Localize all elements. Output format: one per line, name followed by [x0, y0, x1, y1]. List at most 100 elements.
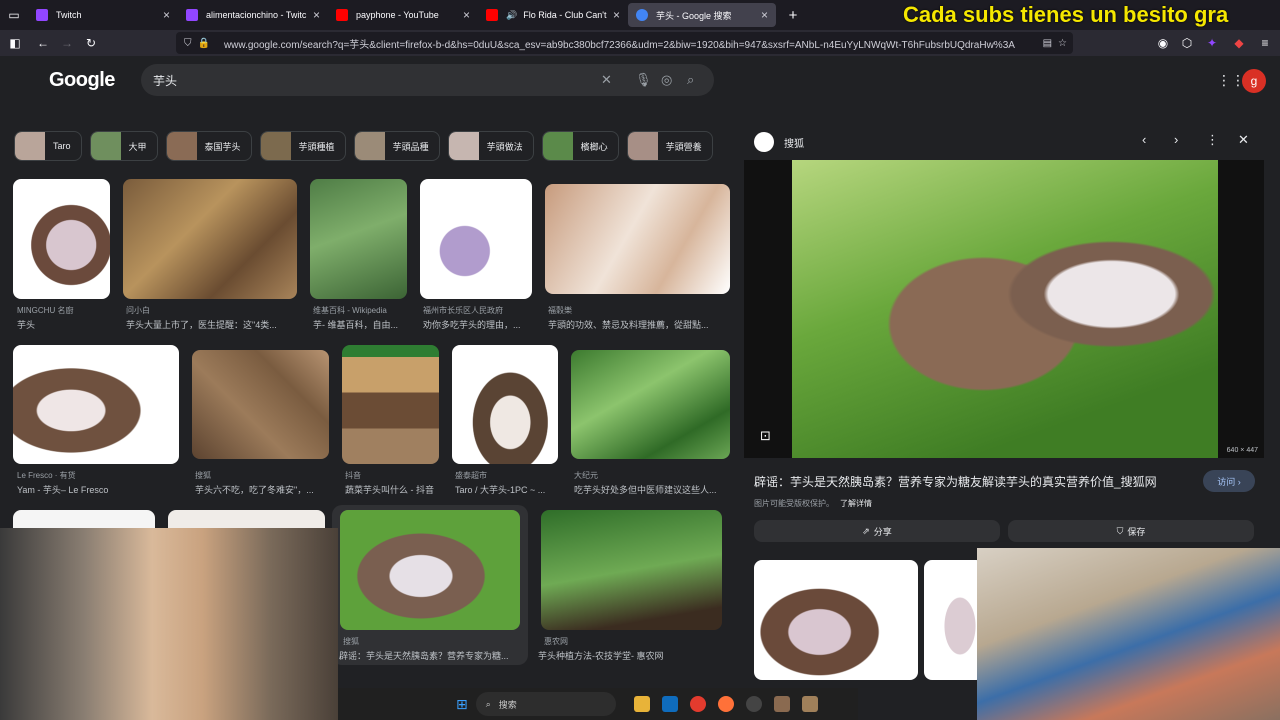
panel-title[interactable]: 辟谣：芋头是天然胰岛素？营养专家为糖友解读芋头的真实营养价值_搜狐网 — [754, 473, 1184, 490]
tab-list-icon[interactable]: ▭ — [0, 4, 28, 26]
visit-button[interactable]: 访问 › — [1203, 470, 1255, 492]
app-icon[interactable] — [773, 696, 790, 712]
result-source[interactable]: Le Fresco · 有货 — [17, 470, 177, 481]
result-source[interactable]: 大纪元 — [574, 470, 729, 481]
account-icon[interactable]: ◉ — [1152, 32, 1174, 54]
forward-icon[interactable]: → — [56, 32, 78, 54]
lock-icon[interactable]: 🔒 — [198, 38, 210, 49]
close-icon[interactable]: × — [463, 8, 470, 22]
preview-image[interactable]: ⊡ 640 × 447 — [744, 160, 1264, 458]
clear-icon[interactable]: ✕ — [601, 72, 612, 88]
chip-thai-taro[interactable]: 泰国芋头 — [165, 131, 252, 161]
url-bar[interactable]: ⛉ 🔒 www.google.com/search?q=芋头&client=fi… — [176, 32, 1073, 54]
result-image[interactable] — [123, 179, 297, 299]
more-vertical-icon[interactable]: ⋮ — [1206, 132, 1219, 148]
result-title[interactable]: 蔬菜芋头叫什么 - 抖音 — [345, 483, 440, 496]
panel-source[interactable]: 搜狐 — [784, 135, 804, 150]
result-image[interactable] — [13, 345, 179, 464]
file-explorer-icon[interactable] — [633, 696, 650, 712]
result-title[interactable]: 芋头大量上市了，医生提醒：这"4类... — [126, 318, 296, 331]
result-image[interactable] — [541, 510, 722, 630]
chip-recipes[interactable]: 芋頭做法 — [447, 131, 534, 161]
result-source[interactable]: 维基百科 - Wikipedia — [313, 305, 408, 316]
result-title[interactable]: 芋- 维基百科，自由... — [313, 318, 408, 331]
result-source[interactable]: 抖音 — [345, 470, 440, 481]
speaker-icon[interactable]: 🔊 — [506, 10, 517, 21]
result-source[interactable]: 福穀樂 — [548, 305, 728, 316]
result-title[interactable]: 劝你多吃芋头的理由，... — [423, 318, 533, 331]
result-source[interactable]: 搜狐 — [195, 470, 330, 481]
result-image[interactable] — [13, 179, 110, 299]
search-input[interactable]: 芋头 — [153, 72, 177, 89]
chevron-right-icon[interactable]: › — [1174, 132, 1178, 147]
tab-flo-rida[interactable]: 🔊 Flo Rida - Club Can't Han × — [478, 0, 628, 30]
firefox-icon[interactable] — [717, 696, 734, 712]
result-image[interactable] — [342, 345, 439, 464]
app-icon[interactable] — [745, 696, 762, 712]
tab-google-search[interactable]: 芋头 - Google 搜索 × — [628, 3, 776, 27]
result-title[interactable]: Yam - 芋头– Le Fresco — [17, 483, 177, 496]
back-icon[interactable]: ← — [32, 32, 54, 54]
close-icon[interactable]: × — [313, 8, 320, 22]
result-image[interactable] — [310, 179, 407, 299]
chrome-icon[interactable] — [689, 696, 706, 712]
result-title[interactable]: Taro / 大芋头-1PC ~ ... — [455, 483, 559, 496]
tab-alimentacionchino[interactable]: alimentacionchino - Twitch × — [178, 0, 328, 30]
result-title[interactable]: 芋头六不吃，吃了冬难安"，... — [195, 483, 330, 496]
app-icon[interactable] — [801, 696, 818, 712]
chip-taro[interactable]: Taro — [14, 131, 82, 161]
chip-nutrition[interactable]: 芋頭營養 — [626, 131, 713, 161]
extensions-icon[interactable]: ⬡ — [1176, 32, 1198, 54]
result-title[interactable]: 芋头种植方法-农技学堂- 惠农网 — [538, 649, 723, 662]
share-button[interactable]: ⇗ 分享 — [754, 520, 1000, 542]
chip-dajia[interactable]: 大甲 — [89, 131, 158, 161]
lens-icon[interactable]: ◎ — [661, 72, 672, 88]
save-button[interactable]: ⛉ 保存 — [1008, 520, 1254, 542]
search-box[interactable]: 芋头 ✕ 🎙 ◎ ⌕ — [141, 64, 714, 96]
result-image[interactable] — [571, 350, 730, 459]
google-logo[interactable]: Google — [49, 69, 115, 92]
menu-icon[interactable]: ≡ — [1254, 32, 1276, 54]
avatar[interactable]: g — [1242, 69, 1266, 93]
tab-payphone[interactable]: payphone - YouTube × — [328, 0, 478, 30]
related-image[interactable] — [754, 560, 918, 680]
related-image[interactable] — [924, 560, 984, 680]
mic-icon[interactable]: 🎙 — [635, 72, 652, 88]
result-source[interactable]: 惠农网 — [544, 636, 719, 647]
addon-icon[interactable]: ◆ — [1228, 32, 1250, 54]
taskbar-search[interactable]: ⌕ 搜索 — [475, 692, 616, 716]
close-icon[interactable]: × — [613, 8, 620, 22]
outlook-icon[interactable] — [661, 696, 678, 712]
close-icon[interactable]: × — [761, 8, 768, 22]
reader-icon[interactable]: ▤ — [1043, 38, 1052, 49]
result-image[interactable] — [545, 184, 730, 294]
tab-twitch[interactable]: Twitch × — [28, 0, 178, 30]
apps-grid-icon[interactable]: ⋮⋮ — [1217, 72, 1245, 89]
result-source[interactable]: 盛泰超市 — [455, 470, 559, 481]
result-image[interactable] — [192, 350, 329, 459]
lens-search-icon[interactable]: ⊡ — [760, 428, 771, 444]
result-image[interactable] — [340, 510, 520, 630]
result-title[interactable]: 芋头 — [17, 318, 112, 331]
result-image[interactable] — [452, 345, 558, 464]
result-title[interactable]: 辟谣：芋头是天然胰岛素？营养专家为糖... — [339, 649, 519, 662]
chevron-left-icon[interactable]: ‹ — [1142, 132, 1146, 147]
close-icon[interactable]: × — [163, 8, 170, 22]
url-text[interactable]: www.google.com/search?q=芋头&client=firefo… — [224, 36, 1037, 51]
result-source[interactable]: 福州市长乐区人民政府 — [423, 305, 533, 316]
result-title[interactable]: 吃芋头好处多但中医师建议这些人... — [574, 483, 729, 496]
twitch-extension-icon[interactable]: ✦ — [1201, 32, 1223, 54]
chip-planting[interactable]: 芋頭種植 — [259, 131, 346, 161]
windows-start-icon[interactable]: ⊞ — [456, 696, 468, 713]
close-icon[interactable]: ✕ — [1238, 132, 1249, 148]
new-tab-button[interactable]: + — [782, 4, 804, 26]
result-source[interactable]: MINGCHU 名廚 — [17, 305, 112, 316]
result-title[interactable]: 芋頭的功效、禁忌及料理推薦，從甜點... — [548, 318, 728, 331]
shield-icon[interactable]: ⛉ — [184, 38, 192, 49]
reload-icon[interactable]: ↻ — [80, 32, 102, 54]
chip-binglang[interactable]: 檳榔心 — [541, 131, 619, 161]
result-source[interactable]: 问小白 — [126, 305, 296, 316]
learn-more-link[interactable]: 了解详情 — [840, 499, 872, 508]
search-icon[interactable]: ⌕ — [687, 72, 694, 88]
chip-varieties[interactable]: 芋頭品種 — [353, 131, 440, 161]
